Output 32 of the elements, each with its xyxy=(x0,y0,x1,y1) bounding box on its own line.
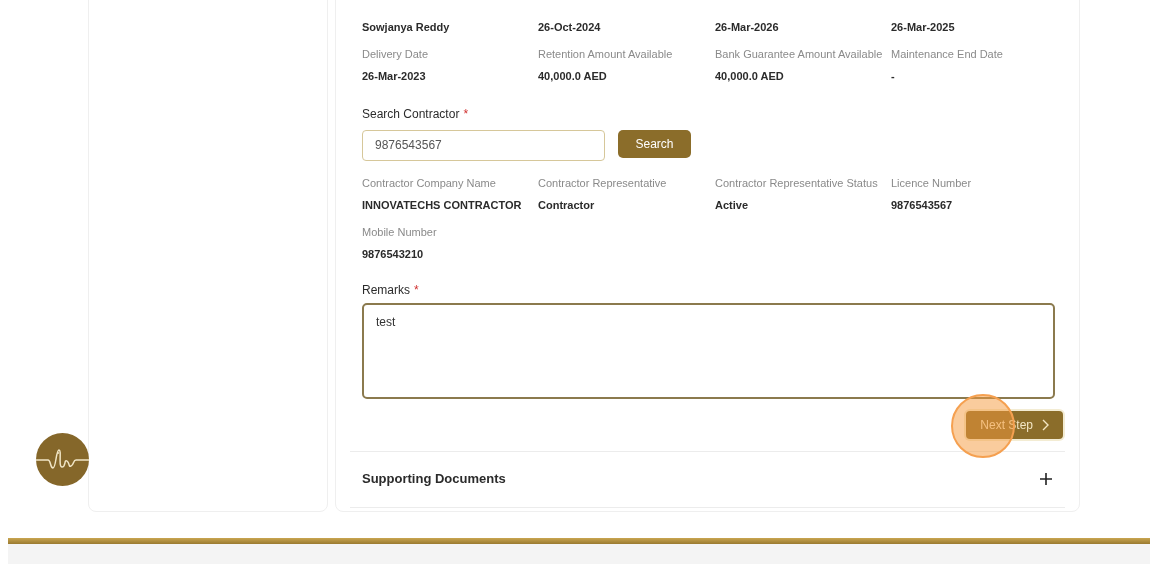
required-mark: * xyxy=(463,106,469,121)
field-label: Retention Amount Available xyxy=(538,46,674,62)
field-value: 9876543567 xyxy=(891,198,954,213)
field-label: Mobile Number xyxy=(362,224,438,240)
field-label: Contractor Representative Status xyxy=(715,175,879,191)
field-value: 26-Mar-2026 xyxy=(715,20,780,35)
search-button[interactable]: Search xyxy=(618,129,691,158)
field-value: INNOVATECHS CONTRACTOR xyxy=(362,198,523,213)
logo-icon xyxy=(36,433,89,486)
accordion-header[interactable]: Supporting Documents xyxy=(350,451,1065,508)
chevron-right-icon xyxy=(1041,418,1049,431)
field-value: - xyxy=(891,69,896,84)
field-label: Delivery Date xyxy=(362,46,430,62)
contractor-search-field[interactable]: 9876543567 xyxy=(362,129,605,161)
field-label: Bank Guarantee Amount Available xyxy=(715,46,884,62)
field-label: Licence Number xyxy=(891,175,973,191)
field-value: Sowjanya Reddy xyxy=(362,20,451,35)
field-value: 40,000.0 AED xyxy=(538,69,608,84)
field-value: 26-Mar-2023 xyxy=(362,69,427,84)
field-label: Contractor Representative xyxy=(538,175,668,191)
remarks-field[interactable]: test xyxy=(362,302,1055,399)
field-value: Active xyxy=(715,198,750,213)
required-mark: * xyxy=(414,282,419,297)
field-label: Maintenance End Date xyxy=(891,46,1004,62)
field-value: 26-Oct-2024 xyxy=(538,20,602,35)
field-value: 40,000.0 AED xyxy=(715,69,785,84)
field-label: Search Contractor xyxy=(362,106,460,121)
field-value: Contractor xyxy=(538,198,596,213)
field-value: 26-Mar-2025 xyxy=(891,20,956,35)
field-label: Remarks xyxy=(362,282,410,297)
field-value: 9876543210 xyxy=(362,247,425,262)
field-label: Contractor Company Name xyxy=(362,175,497,191)
